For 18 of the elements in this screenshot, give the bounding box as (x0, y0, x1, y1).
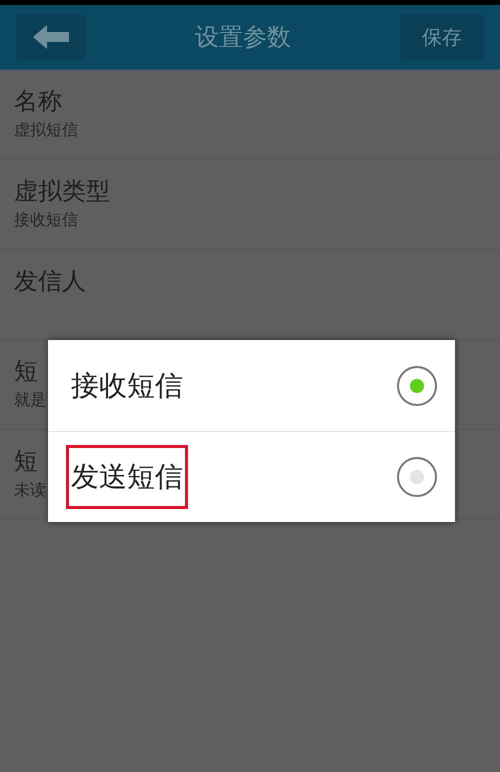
setting-label: 虚拟类型 (14, 176, 110, 207)
radio-button[interactable] (397, 366, 437, 406)
setting-label: 发信人 (14, 266, 86, 297)
option-label: 发送短信 (66, 445, 188, 509)
setting-value: 接收短信 (14, 209, 78, 231)
setting-label: 短 (14, 446, 38, 477)
setting-value: 虚拟短信 (14, 119, 78, 141)
screen-title: 设置参数 (195, 22, 291, 53)
option-label: 接收短信 (70, 368, 184, 404)
dialog-option[interactable]: 发送短信 (48, 431, 455, 522)
dialog-option[interactable]: 接收短信 (48, 340, 455, 431)
back-button[interactable] (16, 14, 86, 60)
setting-value: 就是 (14, 389, 46, 411)
setting-label: 名称 (14, 86, 62, 117)
back-arrow-icon (33, 25, 69, 49)
setting-value: 未读 (14, 479, 46, 501)
setting-label: 短 (14, 356, 38, 387)
radio-button[interactable] (397, 457, 437, 497)
